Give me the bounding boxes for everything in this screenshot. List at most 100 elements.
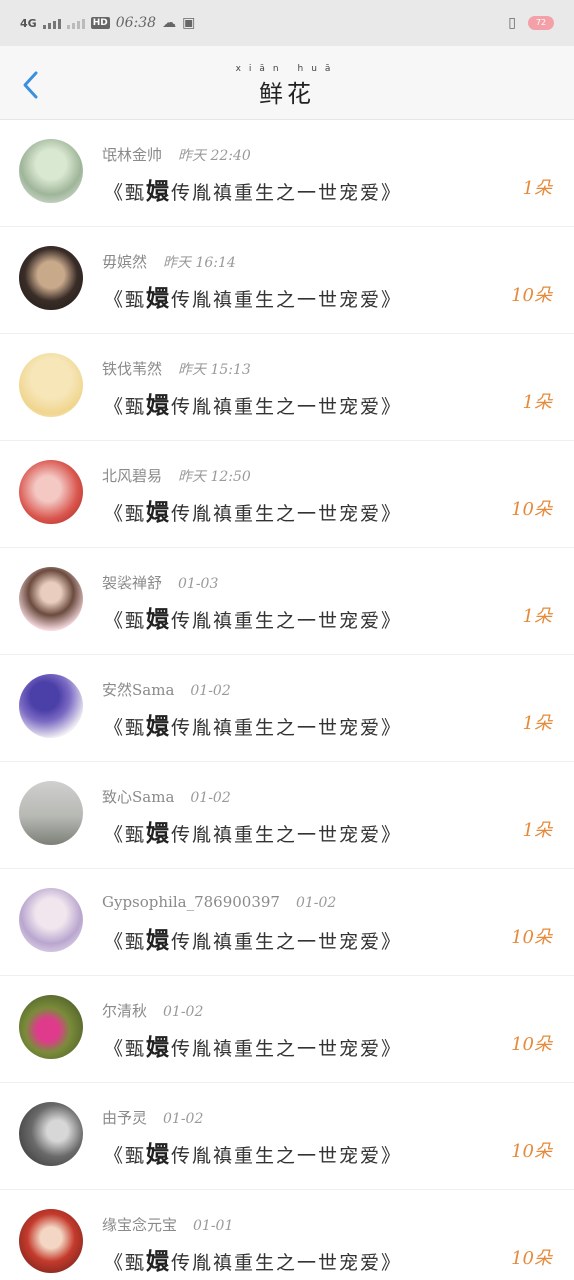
sender-meta: Gypsophila_786900397 01-02	[102, 893, 336, 911]
avatar[interactable]	[19, 567, 83, 631]
flower-count: 1朵	[522, 713, 552, 734]
avatar[interactable]	[19, 1102, 83, 1166]
avatar[interactable]	[19, 781, 83, 845]
song-title-emphasis: 嬛	[146, 1141, 172, 1168]
list-item[interactable]: 缘宝念元宝 01-01 《甄嬛传胤禛重生之一世宠爱》 10朵	[0, 1190, 574, 1280]
song-title: 《甄嬛传胤禛重生之一世宠爱》	[104, 172, 402, 206]
sender-meta: 安然Sama 01-02	[102, 679, 231, 700]
list-item[interactable]: 安然Sama 01-02 《甄嬛传胤禛重生之一世宠爱》 1朵	[0, 655, 574, 762]
song-title-prefix: 《甄	[104, 289, 147, 311]
song-title: 《甄嬛传胤禛重生之一世宠爱》	[104, 921, 402, 955]
sender-name: 缘宝念元宝	[102, 1216, 178, 1234]
song-title-prefix: 《甄	[104, 503, 147, 525]
song-title: 《甄嬛传胤禛重生之一世宠爱》	[104, 600, 402, 634]
sender-name: 袈裟禅舒	[102, 574, 163, 592]
song-title-prefix: 《甄	[104, 1145, 147, 1167]
song-title-rest: 传胤禛重生之一世宠爱》	[171, 503, 403, 525]
song-title-rest: 传胤禛重生之一世宠爱》	[171, 396, 403, 418]
list-item[interactable]: 由予灵 01-02 《甄嬛传胤禛重生之一世宠爱》 10朵	[0, 1083, 574, 1190]
avatar[interactable]	[19, 460, 83, 524]
page-title-pinyin: xiān huā	[235, 64, 339, 74]
list-item[interactable]: Gypsophila_786900397 01-02 《甄嬛传胤禛重生之一世宠爱…	[0, 869, 574, 976]
list-item[interactable]: 袈裟禅舒 01-03 《甄嬛传胤禛重生之一世宠爱》 1朵	[0, 548, 574, 655]
flower-count: 10朵	[511, 1141, 552, 1162]
avatar[interactable]	[19, 139, 83, 203]
avatar[interactable]	[19, 1209, 83, 1273]
list-item[interactable]: 铁伐苇然 昨天 15:13 《甄嬛传胤禛重生之一世宠爱》 1朵	[0, 334, 574, 441]
page-header: xiān huā 鲜花	[0, 46, 574, 120]
avatar[interactable]	[19, 995, 83, 1059]
list-item[interactable]: 北风碧易 昨天 12:50 《甄嬛传胤禛重生之一世宠爱》 10朵	[0, 441, 574, 548]
sender-name: 尔清秋	[102, 1002, 148, 1020]
song-title-rest: 传胤禛重生之一世宠爱》	[171, 182, 403, 204]
song-title-emphasis: 嬛	[146, 606, 172, 633]
song-title-rest: 传胤禛重生之一世宠爱》	[171, 289, 403, 311]
sender-name: Gypsophila_786900397	[102, 893, 280, 911]
sent-time: 01-02	[190, 790, 231, 806]
sent-time: 01-02	[163, 1004, 204, 1020]
sent-time: 01-02	[190, 683, 231, 699]
avatar[interactable]	[19, 674, 83, 738]
song-title: 《甄嬛传胤禛重生之一世宠爱》	[104, 279, 402, 313]
sender-name: 氓林金帅	[102, 146, 163, 164]
song-title-prefix: 《甄	[104, 1038, 147, 1060]
sent-time: 昨天 15:13	[178, 362, 251, 378]
sent-time: 昨天 22:40	[178, 148, 251, 164]
flower-count: 10朵	[511, 1248, 552, 1269]
song-title-emphasis: 嬛	[146, 1248, 172, 1275]
sender-name: 由予灵	[102, 1109, 148, 1127]
song-title: 《甄嬛传胤禛重生之一世宠爱》	[104, 1135, 402, 1169]
song-title-rest: 传胤禛重生之一世宠爱》	[171, 717, 403, 739]
cloud-icon: ☁	[162, 15, 177, 31]
song-title: 《甄嬛传胤禛重生之一世宠爱》	[104, 386, 402, 420]
sent-time: 昨天 16:14	[163, 255, 236, 271]
sent-time: 01-02	[295, 895, 337, 911]
flower-count: 1朵	[522, 820, 552, 841]
song-title: 《甄嬛传胤禛重生之一世宠爱》	[104, 814, 402, 848]
sender-meta: 氓林金帅 昨天 22:40	[102, 144, 251, 165]
list-item[interactable]: 氓林金帅 昨天 22:40 《甄嬛传胤禛重生之一世宠爱》 1朵	[0, 120, 574, 227]
song-title-emphasis: 嬛	[146, 713, 172, 740]
song-title-prefix: 《甄	[104, 717, 147, 739]
song-title-emphasis: 嬛	[146, 392, 172, 419]
vibrate-icon: ▯	[508, 15, 516, 31]
list-item[interactable]: 毋嫔然 昨天 16:14 《甄嬛传胤禛重生之一世宠爱》 10朵	[0, 227, 574, 334]
flower-count: 1朵	[522, 606, 552, 627]
hd-badge: HD	[90, 17, 110, 29]
page-title: 鲜花	[259, 80, 315, 108]
title-wrap: xiān huā 鲜花	[0, 64, 574, 109]
sender-meta: 铁伐苇然 昨天 15:13	[102, 358, 251, 379]
song-title-emphasis: 嬛	[146, 499, 172, 526]
sender-meta: 毋嫔然 昨天 16:14	[102, 251, 236, 272]
flower-count: 10朵	[511, 927, 552, 948]
status-left: 4G HD 06:38 ☁ ▣	[20, 15, 195, 31]
song-title-emphasis: 嬛	[146, 1034, 172, 1061]
status-bar: 4G HD 06:38 ☁ ▣ ▯ 72	[0, 0, 574, 46]
sender-name: 安然Sama	[102, 681, 175, 699]
gift-list: 氓林金帅 昨天 22:40 《甄嬛传胤禛重生之一世宠爱》 1朵 毋嫔然 昨天 1…	[0, 120, 574, 1280]
song-title: 《甄嬛传胤禛重生之一世宠爱》	[104, 1028, 402, 1062]
flower-count: 10朵	[511, 1034, 552, 1055]
song-title-prefix: 《甄	[104, 1252, 147, 1274]
song-title-rest: 传胤禛重生之一世宠爱》	[171, 1252, 403, 1274]
song-title-rest: 传胤禛重生之一世宠爱》	[171, 824, 403, 846]
song-title-emphasis: 嬛	[146, 820, 172, 847]
avatar[interactable]	[19, 246, 83, 310]
song-title-emphasis: 嬛	[146, 285, 172, 312]
flower-count: 10朵	[511, 499, 552, 520]
avatar[interactable]	[19, 888, 83, 952]
status-time: 06:38	[115, 15, 157, 31]
flower-count: 10朵	[511, 285, 552, 306]
sender-meta: 袈裟禅舒 01-03	[102, 572, 218, 593]
battery-level: 72	[535, 18, 547, 27]
song-title-rest: 传胤禛重生之一世宠爱》	[171, 1145, 403, 1167]
sender-meta: 致心Sama 01-02	[102, 786, 231, 807]
avatar[interactable]	[19, 353, 83, 417]
sent-time: 01-02	[163, 1111, 204, 1127]
flower-count: 1朵	[522, 392, 552, 413]
sender-name: 致心Sama	[102, 788, 175, 806]
list-item[interactable]: 致心Sama 01-02 《甄嬛传胤禛重生之一世宠爱》 1朵	[0, 762, 574, 869]
list-item[interactable]: 尔清秋 01-02 《甄嬛传胤禛重生之一世宠爱》 10朵	[0, 976, 574, 1083]
song-title: 《甄嬛传胤禛重生之一世宠爱》	[104, 1242, 402, 1276]
sent-time: 昨天 12:50	[178, 469, 251, 485]
